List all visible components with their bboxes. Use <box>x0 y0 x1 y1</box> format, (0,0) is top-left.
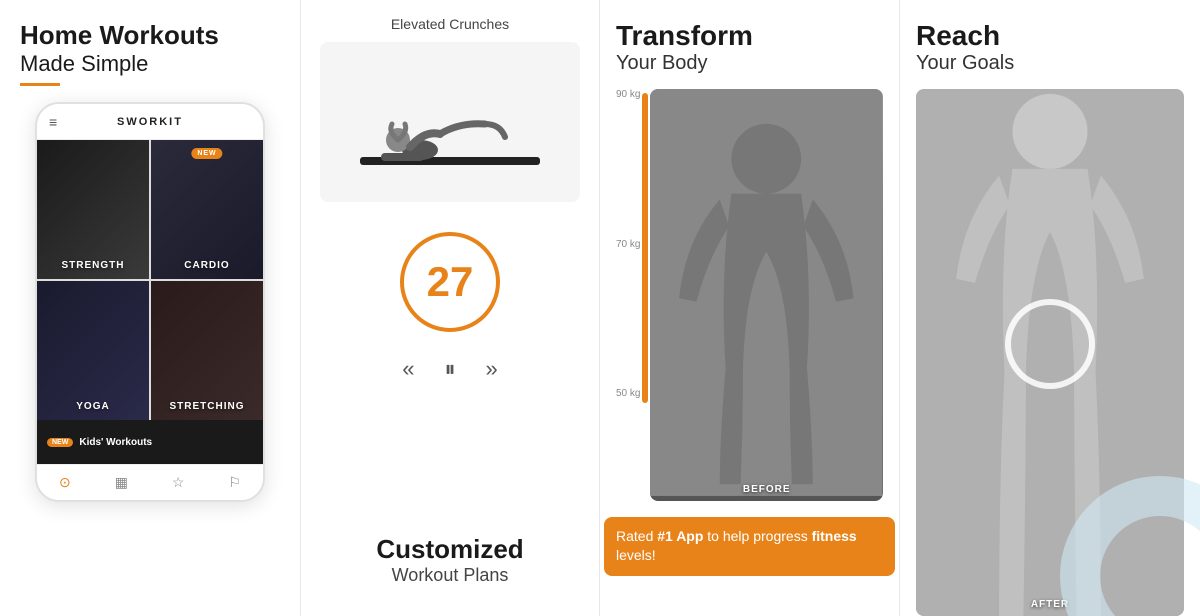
phone-nav: ⊙ ▦ ☆ ⚐ <box>37 464 263 500</box>
yoga-label: YOGA <box>76 401 109 412</box>
rated-text: Rated #1 App to help progress fitness le… <box>616 527 883 566</box>
weight-70: 70 kg <box>616 239 640 250</box>
reach-title: Reach <box>916 20 1184 52</box>
customized-subtitle: Workout Plans <box>376 565 523 586</box>
workout-cardio[interactable]: NEW CARDIO <box>151 140 263 279</box>
before-figure <box>650 89 883 496</box>
main-headline: Home Workouts <box>20 20 280 51</box>
phone-header: ≡ SWORKIT <box>37 104 263 140</box>
section-workout-plans: Elevated Crunches 27 « ⏸ » <box>300 0 600 616</box>
workout-grid: STRENGTH NEW CARDIO YOGA STRETCHING <box>37 140 263 420</box>
section-transform: Transform Your Body 90 kg 70 kg 50 kg <box>600 0 900 616</box>
yoga-bg <box>37 281 149 420</box>
stretching-bg <box>151 281 263 420</box>
stretching-label: STRETCHING <box>170 401 245 412</box>
kids-workouts-bar[interactable]: NEW Kids' Workouts <box>37 420 263 464</box>
timer-circle: 27 <box>400 232 500 332</box>
timer-value: 27 <box>427 258 474 306</box>
phone-mockup: ≡ SWORKIT STRENGTH NEW CARDIO YOGA <box>35 102 265 502</box>
rated-number: #1 App <box>657 528 703 544</box>
workout-yoga[interactable]: YOGA <box>37 281 149 420</box>
crunch-illustration <box>340 52 560 192</box>
section2-bottom: Customized Workout Plans <box>376 534 523 616</box>
nav-trophy-icon[interactable]: ⚐ <box>228 474 241 491</box>
rated-end: levels! <box>616 547 656 563</box>
section-reach: Reach Your Goals AFTER <box>900 0 1200 616</box>
strength-bg <box>37 140 149 279</box>
progress-bar <box>642 93 648 403</box>
pause-button[interactable]: ⏸ <box>444 356 455 382</box>
playback-controls: « ⏸ » <box>402 356 498 382</box>
kids-label: Kids' Workouts <box>79 437 152 448</box>
before-label: BEFORE <box>743 484 791 495</box>
before-photo-bg <box>650 89 883 501</box>
section-home-workouts: Home Workouts Made Simple ≡ SWORKIT STRE… <box>0 0 300 616</box>
accent-bar <box>20 83 60 86</box>
ring-overlay <box>1005 299 1095 389</box>
rated-fitness: fitness <box>812 528 857 544</box>
weight-90: 90 kg <box>616 89 640 100</box>
nav-home-icon[interactable]: ⊙ <box>59 474 71 491</box>
strength-label: STRENGTH <box>62 260 125 271</box>
customized-title: Customized <box>376 534 523 565</box>
kids-new-badge: NEW <box>47 438 73 447</box>
cardio-new-badge: NEW <box>191 148 222 159</box>
reach-subtitle: Your Goals <box>916 52 1184 75</box>
exercise-image <box>320 42 580 202</box>
cardio-bg <box>151 140 263 279</box>
exercise-label: Elevated Crunches <box>391 16 509 32</box>
workout-stretching[interactable]: STRETCHING <box>151 281 263 420</box>
nav-calendar-icon[interactable]: ▦ <box>115 474 128 491</box>
rated-prefix: Rated <box>616 528 657 544</box>
before-photo: BEFORE <box>650 89 883 501</box>
cardio-label: CARDIO <box>184 260 229 271</box>
main-subheadline: Made Simple <box>20 51 280 77</box>
transform-subtitle: Your Body <box>616 52 883 75</box>
rated-middle: to help progress <box>703 528 811 544</box>
weight-axis: 90 kg 70 kg 50 kg <box>616 89 640 429</box>
forward-button[interactable]: » <box>486 356 498 382</box>
nav-star-icon[interactable]: ☆ <box>172 474 185 491</box>
rewind-button[interactable]: « <box>402 356 414 382</box>
rated-badge: Rated #1 App to help progress fitness le… <box>604 517 895 576</box>
weight-50: 50 kg <box>616 388 640 399</box>
app-title: SWORKIT <box>117 116 183 128</box>
menu-icon[interactable]: ≡ <box>49 114 57 130</box>
transform-title: Transform <box>616 20 883 52</box>
workout-strength[interactable]: STRENGTH <box>37 140 149 279</box>
